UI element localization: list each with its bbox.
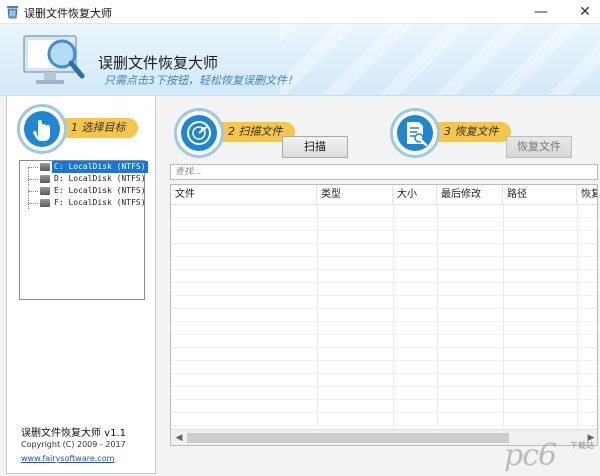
step-select-label: 1 选择目标: [55, 118, 138, 138]
version-label: 误删文件恢复大师 v1.1: [21, 428, 126, 439]
watermark-subtext: 下载站: [570, 441, 594, 450]
drive-item-e[interactable]: E: LocalDisk (NTFS): [40, 185, 146, 197]
hard-drive-icon: [40, 163, 50, 171]
column-header-modified[interactable]: 最后修改: [437, 185, 503, 205]
header-banner: 误删文件恢复大师 只需点击3下按钮，轻松恢复误删文件！: [0, 24, 600, 96]
drive-item-f[interactable]: F: LocalDisk (NTFS): [40, 197, 146, 209]
table-body: [171, 205, 597, 427]
document-search-icon: [407, 122, 428, 147]
watermark-text: pc6: [504, 438, 557, 473]
column-header-type[interactable]: 类型: [317, 185, 393, 205]
website-link[interactable]: www.fairysoftware.com: [21, 454, 114, 463]
column-header-path[interactable]: 路径: [503, 185, 577, 205]
copyright-label: Copyright (C) 2009 - 2017: [21, 440, 126, 449]
banner-decoration: [280, 24, 600, 95]
target-panel: 1 选择目标 C: LocalDisk (NTFS) D: LocalDisk …: [6, 96, 156, 474]
table-header: 文件 类型 大小 最后修改 路径 恢复: [171, 185, 597, 205]
app-title: 误删文件恢复大师: [98, 54, 219, 72]
column-header-recover[interactable]: 恢复: [577, 185, 597, 205]
window-title: 误删文件恢复大师: [24, 7, 112, 20]
close-button[interactable]: ✕: [570, 0, 600, 24]
scrollbar-thumb[interactable]: [187, 433, 509, 443]
search-input[interactable]: 查找...: [170, 164, 598, 180]
drive-tree[interactable]: C: LocalDisk (NTFS) D: LocalDisk (NTFS) …: [19, 160, 148, 300]
hard-drive-icon: [40, 175, 50, 183]
column-header-file[interactable]: 文件: [171, 185, 317, 205]
scroll-left-icon[interactable]: ◀: [171, 430, 187, 445]
hard-drive-icon: [40, 199, 50, 207]
app-slogan: 只需点击3下按钮，轻松恢复误删文件！: [104, 74, 298, 87]
recycle-bin-icon: [7, 6, 18, 19]
minimize-button[interactable]: —: [526, 0, 556, 24]
step-recover-label: 3 恢复文件: [428, 122, 511, 142]
results-table[interactable]: 文件 类型 大小 最后修改 路径 恢复 ◀ ▶: [170, 184, 598, 446]
monitor-magnifier-icon: [23, 35, 85, 84]
column-header-size[interactable]: 大小: [393, 185, 437, 205]
drive-item-c[interactable]: C: LocalDisk (NTFS): [40, 161, 148, 173]
title-bar: 误删文件恢复大师 — ✕: [0, 0, 600, 24]
watermark: pc6 下载站: [504, 438, 596, 474]
hand-pointer-icon: [32, 120, 50, 141]
hard-drive-icon: [40, 187, 50, 195]
recover-button[interactable]: 恢复文件: [506, 136, 572, 158]
main-area: 1 选择目标 C: LocalDisk (NTFS) D: LocalDisk …: [0, 96, 600, 476]
radar-scan-icon: [187, 121, 211, 145]
drive-item-d[interactable]: D: LocalDisk (NTFS): [40, 173, 146, 185]
scan-button[interactable]: 扫描: [282, 136, 348, 158]
